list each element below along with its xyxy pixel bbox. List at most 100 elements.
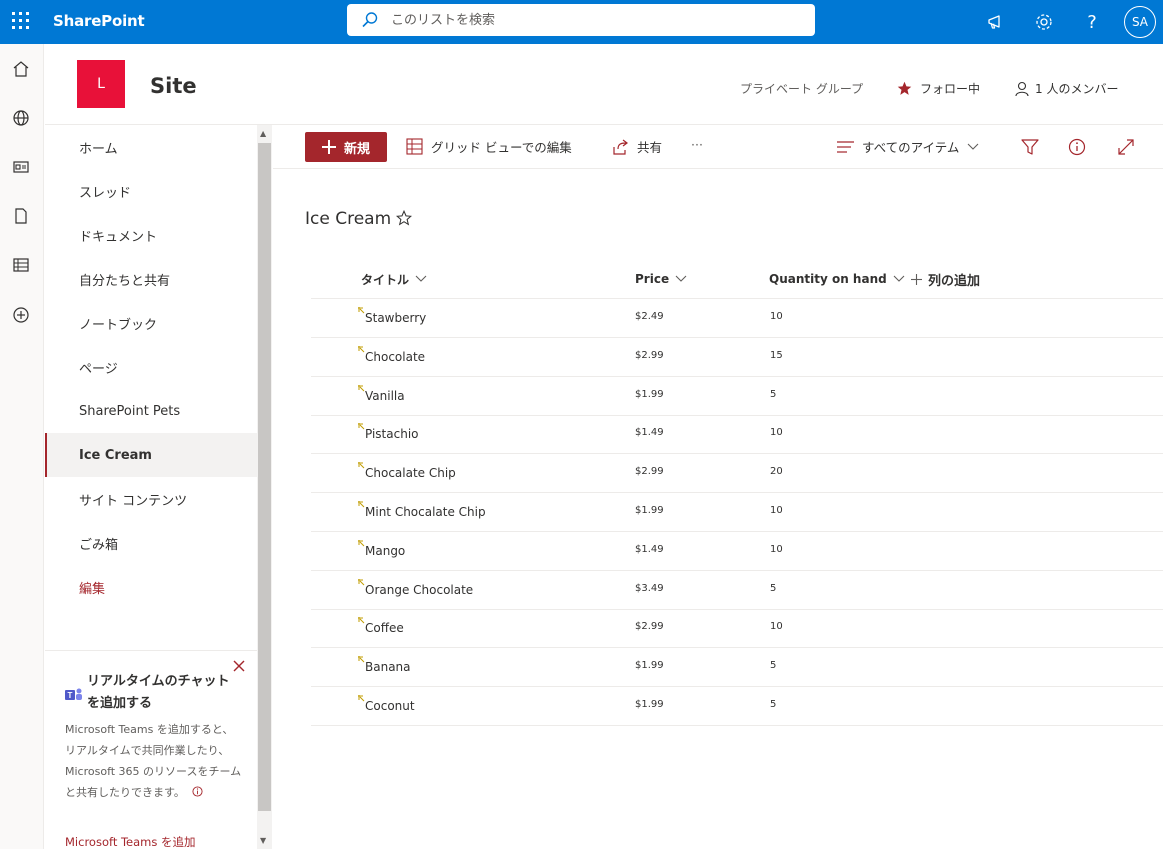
app-launcher-icon[interactable] [12,12,30,30]
table-row[interactable]: Mint Chocalate Chip $1.99 10 [311,493,1163,532]
table-row[interactable]: Stawberry $2.49 10 [311,299,1163,338]
search-input[interactable] [391,10,791,30]
user-avatar[interactable]: SA [1124,6,1156,38]
cell-title[interactable]: Mint Chocalate Chip [365,505,486,519]
scroll-up-icon[interactable]: ▲ [260,129,266,138]
nav-scrollbar[interactable]: ▲ ▼ [257,125,272,849]
new-button-label: 新規 [343,141,370,157]
nav-item[interactable]: Ice Cream [45,433,257,477]
follow-button[interactable]: フォロー中 [897,80,980,97]
table-row[interactable]: Banana $1.99 5 [311,648,1163,688]
cell-title[interactable]: Vanilla [365,389,405,403]
suite-bar: SharePoint ? SA [0,0,1163,44]
scroll-thumb[interactable] [258,143,271,811]
info-pane-icon[interactable] [1066,136,1088,158]
cell-title[interactable]: Chocolate [365,350,425,364]
table-row[interactable]: Chocolate $2.99 15 [311,338,1163,377]
star-filled-icon [897,81,912,95]
grid-icon [406,138,423,155]
cell-quantity: 10 [770,543,783,555]
site-header: L Site プライベート グループ フォロー中 1 人のメンバー [45,44,1163,125]
table-row[interactable]: Coffee $2.99 10 [311,609,1163,649]
home-icon[interactable] [10,58,32,80]
nav-item[interactable]: 自分たちと共有 [45,257,257,301]
new-button[interactable]: 新規 [305,132,387,162]
site-logo[interactable]: L [77,60,125,108]
cell-title[interactable]: Chocalate Chip [365,466,456,480]
cell-quantity: 5 [770,582,777,594]
table-row[interactable]: Mango $1.49 10 [311,532,1163,571]
table-row[interactable]: Coconut $1.99 5 [311,687,1163,726]
teams-card-body: Microsoft Teams を追加すると、リアルタイムで共同作業したり、Mi… [65,719,243,803]
add-circle-icon[interactable] [10,304,32,326]
info-icon[interactable] [192,786,203,797]
document-icon[interactable] [10,205,32,227]
share-button[interactable]: 共有 [612,137,662,156]
cell-price: $2.99 [635,466,664,478]
nav-item[interactable]: ドキュメント [45,213,257,257]
table-row[interactable]: Pistachio $1.49 10 [311,415,1163,455]
table-row[interactable]: Chocalate Chip $2.99 20 [311,454,1163,494]
table-row[interactable]: Orange Chocolate $3.49 5 [311,571,1163,610]
add-column-button[interactable]: 列の追加 [911,268,980,290]
nav-item[interactable]: ごみ箱 [45,521,257,565]
teams-icon: T [65,688,82,700]
filter-icon[interactable] [1019,136,1041,158]
gear-icon[interactable] [1032,10,1056,34]
site-title[interactable]: Site [150,74,197,98]
nav-item[interactable]: ページ [45,345,257,389]
column-header-title[interactable]: タイトル [361,268,427,290]
cell-title[interactable]: Stawberry [365,311,426,325]
person-icon [1015,81,1029,96]
app-rail [0,44,44,849]
cell-quantity: 10 [770,621,783,633]
cell-quantity: 15 [770,349,783,361]
nav-item[interactable]: 編集 [45,565,257,609]
view-switcher[interactable]: すべてのアイテム [837,137,979,156]
cell-title[interactable]: Coffee [365,621,404,635]
cell-title[interactable]: Orange Chocolate [365,583,473,597]
privacy-label: プライベート グループ [740,82,864,96]
grid-edit-button[interactable]: グリッド ビューでの編集 [406,137,572,156]
cell-quantity: 10 [770,505,783,516]
cell-title[interactable]: Coconut [365,699,415,713]
table-row[interactable]: Vanilla $1.99 5 [311,377,1163,416]
news-icon[interactable] [10,156,32,178]
column-header-price[interactable]: Price [635,268,687,290]
globe-icon[interactable] [10,107,32,129]
cell-price: $1.99 [635,505,664,516]
sharepoint-brand-link[interactable]: SharePoint [53,12,145,30]
cell-title[interactable]: Pistachio [365,427,419,441]
cell-price: $3.49 [635,582,664,594]
follow-label: フォロー中 [920,82,981,96]
teams-promo-card: T リアルタイムのチャットを追加する Microsoft Teams を追加する… [45,650,257,849]
more-options-button[interactable]: ··· [691,137,703,152]
cell-price: $1.99 [635,660,664,672]
nav-item[interactable]: ホーム [45,125,257,169]
scroll-down-icon[interactable]: ▼ [260,836,266,845]
plus-icon [911,273,922,285]
cell-price: $1.49 [635,427,664,439]
search-box[interactable] [347,4,815,36]
cell-price: $2.99 [635,349,664,361]
cell-quantity: 5 [770,660,777,672]
nav-item[interactable]: スレッド [45,169,257,213]
members-button[interactable]: 1 人のメンバー [1015,80,1118,97]
nav-item[interactable]: サイト コンテンツ [45,477,257,521]
expand-icon[interactable] [1115,136,1137,158]
column-header-quantity[interactable]: Quantity on hand [769,268,905,290]
nav-item[interactable]: SharePoint Pets [45,389,257,433]
list-icon[interactable] [10,254,32,276]
cell-quantity: 5 [770,388,777,400]
cell-price: $2.49 [635,311,664,322]
star-outline-icon[interactable] [396,210,412,226]
search-icon [362,12,378,28]
nav-item[interactable]: ノートブック [45,301,257,345]
chevron-down-icon [675,275,687,282]
help-icon[interactable]: ? [1080,10,1104,34]
cell-quantity: 20 [770,466,783,478]
megaphone-icon[interactable] [984,10,1008,34]
add-teams-link[interactable]: Microsoft Teams を追加 [65,834,196,850]
cell-title[interactable]: Banana [365,660,411,674]
cell-title[interactable]: Mango [365,544,405,558]
